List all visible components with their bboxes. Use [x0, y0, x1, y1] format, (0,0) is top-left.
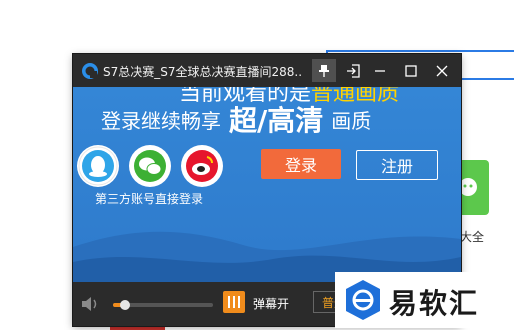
headline-right: 画质 — [331, 109, 372, 133]
weibo-icon — [183, 147, 221, 185]
headline-big: 超/高清 — [229, 104, 324, 137]
exit-fullscreen-icon — [347, 63, 360, 78]
close-icon — [436, 65, 448, 76]
register-button[interactable]: 注册 — [356, 150, 438, 180]
weibo-login-button[interactable] — [181, 145, 223, 187]
headline-left: 登录继续畅享 — [101, 109, 221, 133]
minimize-icon — [375, 69, 385, 72]
login-promo-panel: 当前观看的是普通画质 登录继续畅享 超/高清 画质 第三方账号直接登录 登录 注… — [73, 87, 461, 282]
login-button[interactable]: 登录 — [261, 149, 341, 179]
promo-headline: 登录继续畅享 超/高清 画质 — [101, 97, 371, 137]
pin-button[interactable] — [312, 59, 336, 82]
volume-icon[interactable] — [81, 296, 101, 312]
wechat-login-button[interactable] — [129, 145, 171, 187]
wechat-icon — [131, 147, 169, 185]
minimize-button[interactable] — [368, 59, 392, 82]
watermark-logo-icon — [346, 280, 380, 320]
exit-button[interactable] — [341, 59, 365, 82]
qq-login-button[interactable] — [77, 145, 119, 187]
maximize-icon — [405, 64, 417, 77]
app-logo-icon — [82, 63, 98, 79]
window-title: S7总决赛_S7全球总决赛直播间288... — [103, 65, 303, 79]
third-party-login-label: 第三方账号直接登录 — [95, 192, 204, 206]
maximize-button[interactable] — [399, 59, 423, 82]
danmaku-icon[interactable] — [223, 291, 245, 313]
volume-slider[interactable] — [113, 300, 213, 310]
danmaku-toggle-label[interactable]: 弹幕开 — [253, 295, 289, 312]
qq-icon — [78, 146, 118, 186]
pin-icon — [319, 64, 329, 77]
close-button[interactable] — [430, 59, 454, 82]
watermark-text: 易软汇 — [389, 287, 480, 320]
background-app-label: 大全 — [460, 230, 485, 244]
title-bar[interactable]: S7总决赛_S7全球总决赛直播间288... — [73, 54, 461, 87]
watermark: 易软汇 — [335, 272, 514, 328]
